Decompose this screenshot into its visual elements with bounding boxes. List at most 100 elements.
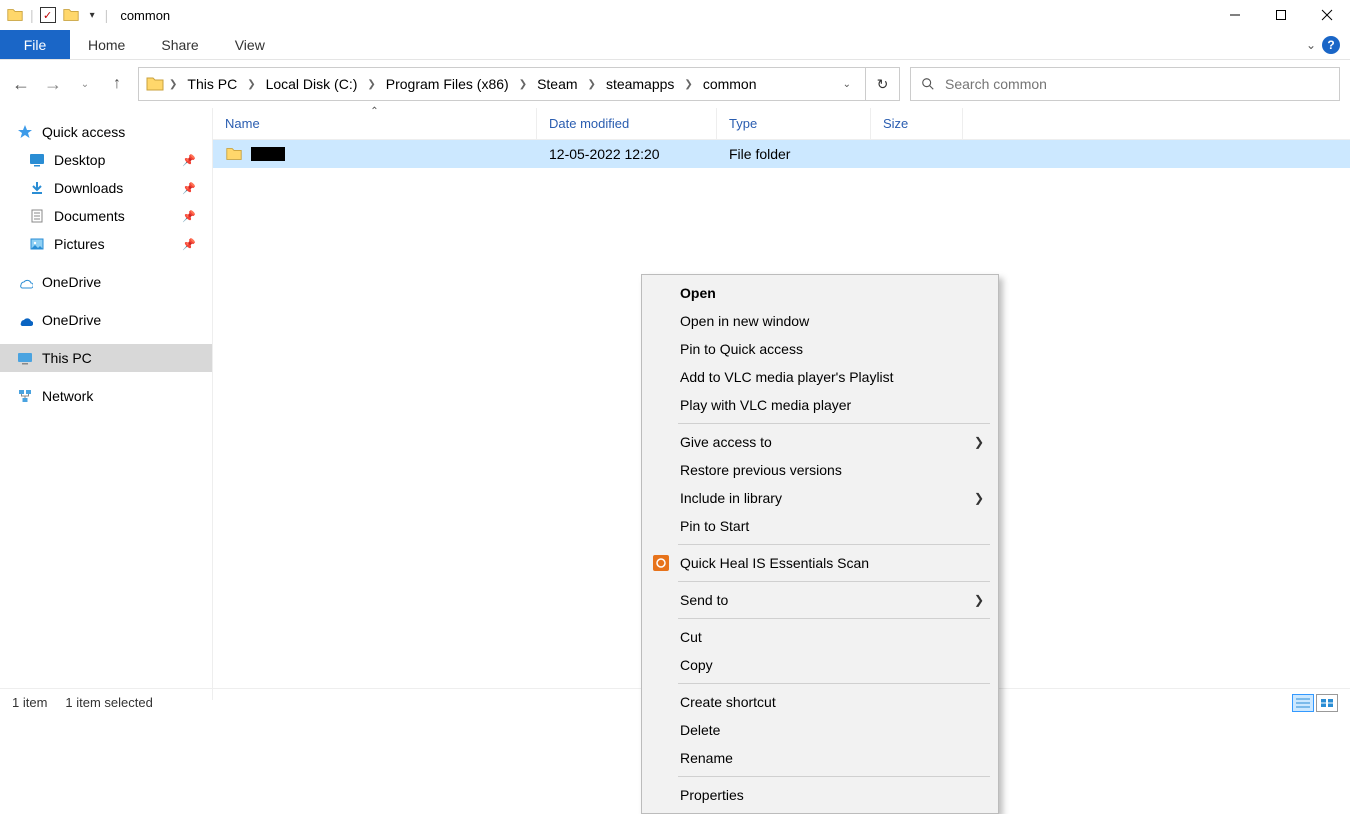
ctx-label: Add to VLC media player's Playlist xyxy=(680,369,894,385)
pin-icon: 📌 xyxy=(182,210,204,223)
ctx-open-new-window[interactable]: Open in new window xyxy=(642,307,998,335)
view-large-icons-button[interactable] xyxy=(1316,694,1338,712)
column-header-date[interactable]: Date modified xyxy=(537,108,717,139)
ctx-label: Restore previous versions xyxy=(680,462,842,478)
onedrive-icon xyxy=(16,311,34,329)
ctx-separator xyxy=(678,423,990,424)
ctx-cut[interactable]: Cut xyxy=(642,623,998,651)
file-tab[interactable]: File xyxy=(0,30,70,59)
column-header-size[interactable]: Size xyxy=(871,108,963,139)
sidebar-item-documents[interactable]: Documents 📌 xyxy=(0,202,212,230)
sidebar-item-label: Pictures xyxy=(54,236,105,252)
search-input[interactable] xyxy=(945,76,1329,92)
ctx-restore-versions[interactable]: Restore previous versions xyxy=(642,456,998,484)
sidebar-item-downloads[interactable]: Downloads 📌 xyxy=(0,174,212,202)
up-button[interactable]: ↑ xyxy=(106,73,128,95)
help-icon[interactable]: ? xyxy=(1322,36,1340,54)
chevron-right-icon[interactable]: ❯ xyxy=(167,79,179,90)
ctx-delete[interactable]: Delete xyxy=(642,716,998,744)
quickheal-icon xyxy=(652,554,670,572)
column-label: Date modified xyxy=(549,116,629,131)
ctx-label: Quick Heal IS Essentials Scan xyxy=(680,555,869,571)
downloads-icon xyxy=(28,179,46,197)
view-details-button[interactable] xyxy=(1292,694,1314,712)
column-label: Name xyxy=(225,116,260,131)
ctx-pin-quick-access[interactable]: Pin to Quick access xyxy=(642,335,998,363)
chevron-right-icon[interactable]: ❯ xyxy=(517,79,529,90)
chevron-right-icon[interactable]: ❯ xyxy=(586,79,598,90)
breadcrumb-dropdown-icon[interactable]: ⌄ xyxy=(835,79,859,90)
search-box[interactable] xyxy=(910,67,1340,101)
context-menu: Open Open in new window Pin to Quick acc… xyxy=(641,274,999,814)
ctx-properties[interactable]: Properties xyxy=(642,781,998,809)
tab-view[interactable]: View xyxy=(217,30,283,59)
ctx-include-library[interactable]: Include in library❯ xyxy=(642,484,998,512)
forward-button[interactable]: → xyxy=(42,73,64,95)
ctx-label: Include in library xyxy=(680,490,782,506)
network-icon xyxy=(16,387,34,405)
back-button[interactable]: ← xyxy=(10,73,32,95)
documents-icon xyxy=(28,207,46,225)
ctx-label: Give access to xyxy=(680,434,772,450)
folder-icon xyxy=(145,74,165,94)
ctx-rename[interactable]: Rename xyxy=(642,744,998,772)
sidebar-quick-access[interactable]: Quick access xyxy=(0,118,212,146)
ctx-give-access[interactable]: Give access to❯ xyxy=(642,428,998,456)
breadcrumb-segment[interactable]: Local Disk (C:) xyxy=(260,74,364,94)
folder-icon xyxy=(62,6,80,24)
column-header-name[interactable]: ⌃ Name xyxy=(213,108,537,139)
sidebar-this-pc[interactable]: This PC xyxy=(0,344,212,372)
sidebar-item-pictures[interactable]: Pictures 📌 xyxy=(0,230,212,258)
breadcrumb-segment[interactable]: This PC xyxy=(181,74,243,94)
sidebar-item-label: OneDrive xyxy=(42,274,101,290)
breadcrumb[interactable]: ❯ This PC ❯ Local Disk (C:) ❯ Program Fi… xyxy=(138,67,866,101)
tab-home[interactable]: Home xyxy=(70,30,143,59)
folder-icon xyxy=(225,145,243,163)
tab-share[interactable]: Share xyxy=(143,30,216,59)
column-header-type[interactable]: Type xyxy=(717,108,871,139)
sidebar-network[interactable]: Network xyxy=(0,382,212,410)
quick-access-icon xyxy=(16,123,34,141)
column-headers: ⌃ Name Date modified Type Size xyxy=(213,108,1350,140)
ctx-create-shortcut[interactable]: Create shortcut xyxy=(642,688,998,716)
ctx-vlc-play[interactable]: Play with VLC media player xyxy=(642,391,998,419)
ctx-label: Create shortcut xyxy=(680,694,776,710)
breadcrumb-segment[interactable]: Steam xyxy=(531,74,583,94)
close-button[interactable] xyxy=(1304,0,1350,30)
ctx-pin-start[interactable]: Pin to Start xyxy=(642,512,998,540)
ctx-open[interactable]: Open xyxy=(642,279,998,307)
ctx-label: Send to xyxy=(680,592,728,608)
chevron-right-icon[interactable]: ❯ xyxy=(245,79,257,90)
pin-icon: 📌 xyxy=(182,182,204,195)
ctx-separator xyxy=(678,544,990,545)
breadcrumb-segment[interactable]: common xyxy=(697,74,763,94)
ctx-label: Copy xyxy=(680,657,713,673)
chevron-right-icon[interactable]: ❯ xyxy=(682,79,694,90)
breadcrumb-segment[interactable]: steamapps xyxy=(600,74,680,94)
pin-icon: 📌 xyxy=(182,154,204,167)
sidebar-item-label: Quick access xyxy=(42,124,125,140)
maximize-button[interactable] xyxy=(1258,0,1304,30)
minimize-button[interactable] xyxy=(1212,0,1258,30)
sidebar-onedrive[interactable]: OneDrive xyxy=(0,306,212,334)
ribbon-expand-icon[interactable]: ⌄ xyxy=(1306,38,1316,52)
file-date: 12-05-2022 12:20 xyxy=(537,146,717,162)
column-label: Type xyxy=(729,116,757,131)
ctx-vlc-add[interactable]: Add to VLC media player's Playlist xyxy=(642,363,998,391)
sidebar-onedrive[interactable]: OneDrive xyxy=(0,268,212,296)
properties-qat-icon[interactable]: ✓ xyxy=(40,7,56,23)
sidebar-item-label: Downloads xyxy=(54,180,123,196)
ctx-quickheal-scan[interactable]: Quick Heal IS Essentials Scan xyxy=(642,549,998,577)
ctx-separator xyxy=(678,618,990,619)
qat-dropdown-icon[interactable]: ▾ xyxy=(86,10,99,21)
ctx-copy[interactable]: Copy xyxy=(642,651,998,679)
chevron-right-icon[interactable]: ❯ xyxy=(365,79,377,90)
pin-icon: 📌 xyxy=(182,238,204,251)
sidebar-item-desktop[interactable]: Desktop 📌 xyxy=(0,146,212,174)
recent-dropdown-icon[interactable]: ⌄ xyxy=(74,73,96,95)
qat-separator: | xyxy=(105,7,109,23)
breadcrumb-segment[interactable]: Program Files (x86) xyxy=(380,74,515,94)
refresh-button[interactable]: ↻ xyxy=(866,67,900,101)
ctx-send-to[interactable]: Send to❯ xyxy=(642,586,998,614)
file-row[interactable]: 12-05-2022 12:20 File folder xyxy=(213,140,1350,168)
